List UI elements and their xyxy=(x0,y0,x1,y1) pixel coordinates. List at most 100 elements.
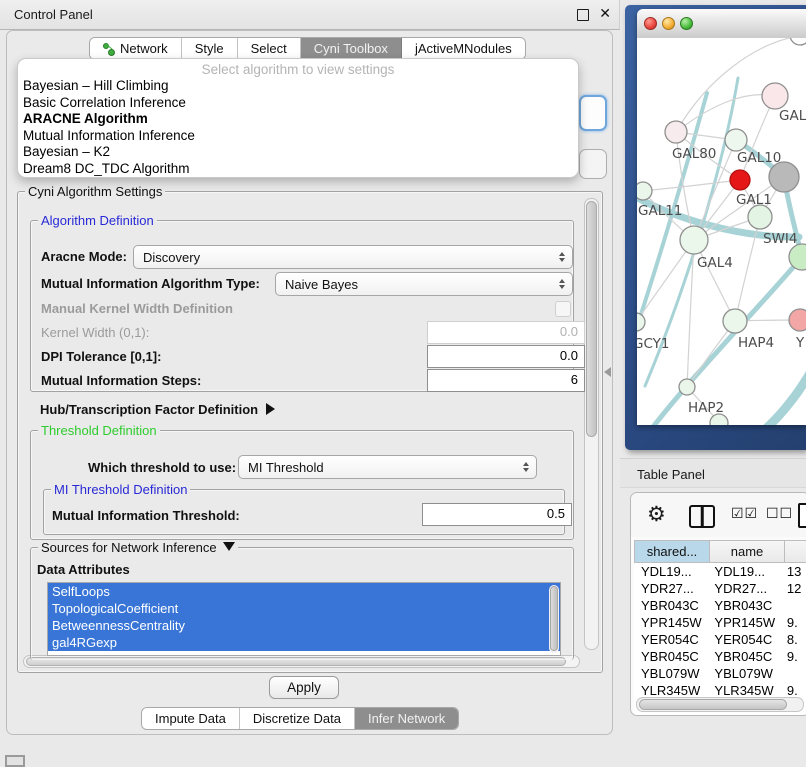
aracne-mode-label: Aracne Mode: xyxy=(41,249,127,264)
node-gal4[interactable] xyxy=(680,226,708,254)
divider-collapse-icon[interactable] xyxy=(604,367,611,377)
attribute-item[interactable]: TopologicalCoefficient xyxy=(48,600,560,617)
tab-network[interactable]: Network xyxy=(90,38,182,59)
network-canvas[interactable]: GAL GAL80 GAL10 GAL1 GAL11 SWI4 GAL4 GCY… xyxy=(637,38,806,425)
algorithm-option[interactable]: Basic Correlation Inference xyxy=(18,95,578,112)
zoom-traffic-light-icon[interactable] xyxy=(680,17,693,30)
column-header-name[interactable]: name xyxy=(710,540,785,563)
table-row[interactable]: YDR27...YDR27...12 xyxy=(634,580,806,597)
node-gal80[interactable] xyxy=(665,121,687,143)
float-icon[interactable] xyxy=(577,9,589,21)
algorithm-option[interactable]: Mutual Information Inference xyxy=(18,128,578,145)
table-row[interactable]: YDL19...YDL19...13 xyxy=(634,563,806,580)
node-gray[interactable] xyxy=(769,162,799,192)
algorithm-combo-focus-edge[interactable] xyxy=(579,95,607,131)
network-combo-edge[interactable] xyxy=(579,149,607,179)
table-row[interactable]: YBR043CYBR043C xyxy=(634,597,806,614)
deselect-all-checkboxes-icon[interactable]: ☐☐ xyxy=(766,505,793,522)
algorithm-option[interactable]: Bayesian – K2 xyxy=(18,144,578,161)
node-gal-top[interactable] xyxy=(762,83,788,109)
algorithm-option[interactable]: Bayesian – Hill Climbing xyxy=(18,78,578,95)
node-label: GAL1 xyxy=(736,192,772,208)
hub-definition-toggle[interactable]: Hub/Transcription Factor Definition xyxy=(40,402,275,417)
tab-infer-network[interactable]: Infer Network xyxy=(355,708,458,729)
node-gcy1[interactable] xyxy=(637,313,645,331)
mi-type-combo[interactable]: Naive Bayes xyxy=(275,272,573,296)
node-label: HAP4 xyxy=(738,335,774,351)
mi-threshold-group: MI Threshold Definition Mutual Informati… xyxy=(43,489,565,535)
threshold-definition-title: Threshold Definition xyxy=(38,423,160,438)
manual-kernel-checkbox[interactable] xyxy=(555,301,571,317)
node-gal1[interactable] xyxy=(748,205,772,229)
control-panel-titlebar: Control Panel ✕ xyxy=(0,0,620,30)
table-row[interactable]: YBL079WYBL079W xyxy=(634,665,806,682)
expand-right-icon xyxy=(266,403,275,415)
mi-threshold-field[interactable]: 0.5 xyxy=(422,503,572,526)
table-panel-title: Table Panel xyxy=(637,467,705,482)
tab-jactivemnodules[interactable]: jActiveMNodules xyxy=(402,38,525,59)
algorithm-option-selected[interactable]: ARACNE Algorithm xyxy=(18,111,578,128)
sources-title[interactable]: Sources for Network Inference xyxy=(38,540,238,555)
node-gal10[interactable] xyxy=(725,129,747,151)
node-cut-top[interactable] xyxy=(790,38,806,45)
node-label: Y xyxy=(795,335,805,351)
tab-select[interactable]: Select xyxy=(238,38,301,59)
table-panel-card: ⚙ ☑☑ ☐☐ shared... name YDL19...YDL19...1… xyxy=(630,492,806,716)
gear-icon[interactable]: ⚙ xyxy=(647,502,666,527)
attributes-scrollbar[interactable] xyxy=(549,585,559,653)
data-attributes-list: SelfLoops TopologicalCoefficient Between… xyxy=(47,582,561,656)
table-horizontal-scrollbar[interactable] xyxy=(636,697,804,712)
attribute-item[interactable]: BetweennessCentrality xyxy=(48,617,560,634)
cyni-algorithm-settings-group: Cyni Algorithm Settings Algorithm Defini… xyxy=(17,191,603,673)
close-icon[interactable]: ✕ xyxy=(599,5,611,22)
network-view-frame: GAL GAL80 GAL10 GAL1 GAL11 SWI4 GAL4 GCY… xyxy=(625,5,806,450)
table-row[interactable]: YER054CYER054C8. xyxy=(634,631,806,648)
minimize-traffic-light-icon[interactable] xyxy=(662,17,675,30)
algorithm-option[interactable]: Dream8 DC_TDC Algorithm xyxy=(18,161,578,178)
kernel-width-field[interactable]: 0.0 xyxy=(427,321,585,344)
mi-steps-field[interactable]: 6 xyxy=(427,369,585,392)
corner-widget-icon[interactable] xyxy=(5,755,25,767)
tab-discretize-data[interactable]: Discretize Data xyxy=(240,708,355,729)
settings-vertical-scrollbar[interactable] xyxy=(584,198,599,650)
tab-style[interactable]: Style xyxy=(182,38,238,59)
tab-impute-data[interactable]: Impute Data xyxy=(142,708,240,729)
column-header-shared-name[interactable]: shared... xyxy=(634,540,710,563)
node-hap2[interactable] xyxy=(679,379,695,395)
table-row[interactable]: YBR045CYBR045C9. xyxy=(634,648,806,665)
tab-cyni-toolbox[interactable]: Cyni Toolbox xyxy=(301,38,402,59)
dpi-tolerance-label: DPI Tolerance [0,1]: xyxy=(41,349,161,364)
node-label: HAP2 xyxy=(688,400,724,416)
node-label: GAL10 xyxy=(737,150,781,166)
collapse-down-icon xyxy=(223,542,235,551)
network-window: GAL GAL80 GAL10 GAL1 GAL11 SWI4 GAL4 GCY… xyxy=(637,9,806,425)
close-traffic-light-icon[interactable] xyxy=(644,17,657,30)
select-all-checkboxes-icon[interactable]: ☑☑ xyxy=(731,505,758,522)
manual-kernel-label: Manual Kernel Width Definition xyxy=(41,301,233,316)
panel-title: Control Panel xyxy=(14,7,93,22)
column-header-partial[interactable] xyxy=(785,540,806,563)
which-threshold-combo[interactable]: MI Threshold xyxy=(238,455,537,479)
table-row[interactable]: YPR145WYPR145W9. xyxy=(634,614,806,631)
node-hap4[interactable] xyxy=(723,309,747,333)
node-label: GCY1 xyxy=(637,336,670,352)
aracne-mode-combo[interactable]: Discovery xyxy=(133,245,573,269)
columns-icon[interactable] xyxy=(689,505,715,528)
attribute-item[interactable]: SelfLoops xyxy=(48,583,560,600)
which-threshold-label: Which threshold to use: xyxy=(88,460,236,475)
attribute-item[interactable]: gal4RGexp xyxy=(48,634,560,651)
table-header-row: shared... name xyxy=(634,540,806,563)
control-panel: Network Style Select Cyni Toolbox jActiv… xyxy=(6,30,613,735)
node-label: GAL xyxy=(779,108,806,124)
mi-steps-label: Mutual Information Steps: xyxy=(41,373,201,388)
node-red[interactable] xyxy=(730,170,750,190)
panel-tabs: Network Style Select Cyni Toolbox jActiv… xyxy=(89,37,526,60)
table-panel-titlebar: Table Panel xyxy=(620,458,806,488)
data-attributes-label: Data Attributes xyxy=(37,562,130,577)
apply-button[interactable]: Apply xyxy=(269,676,339,699)
node-pink-right[interactable] xyxy=(789,309,806,331)
export-table-icon[interactable] xyxy=(798,503,806,528)
dpi-tolerance-field[interactable]: 0.0 xyxy=(427,345,585,368)
kernel-width-label: Kernel Width (0,1): xyxy=(41,325,149,340)
node-gal11[interactable] xyxy=(637,182,652,200)
